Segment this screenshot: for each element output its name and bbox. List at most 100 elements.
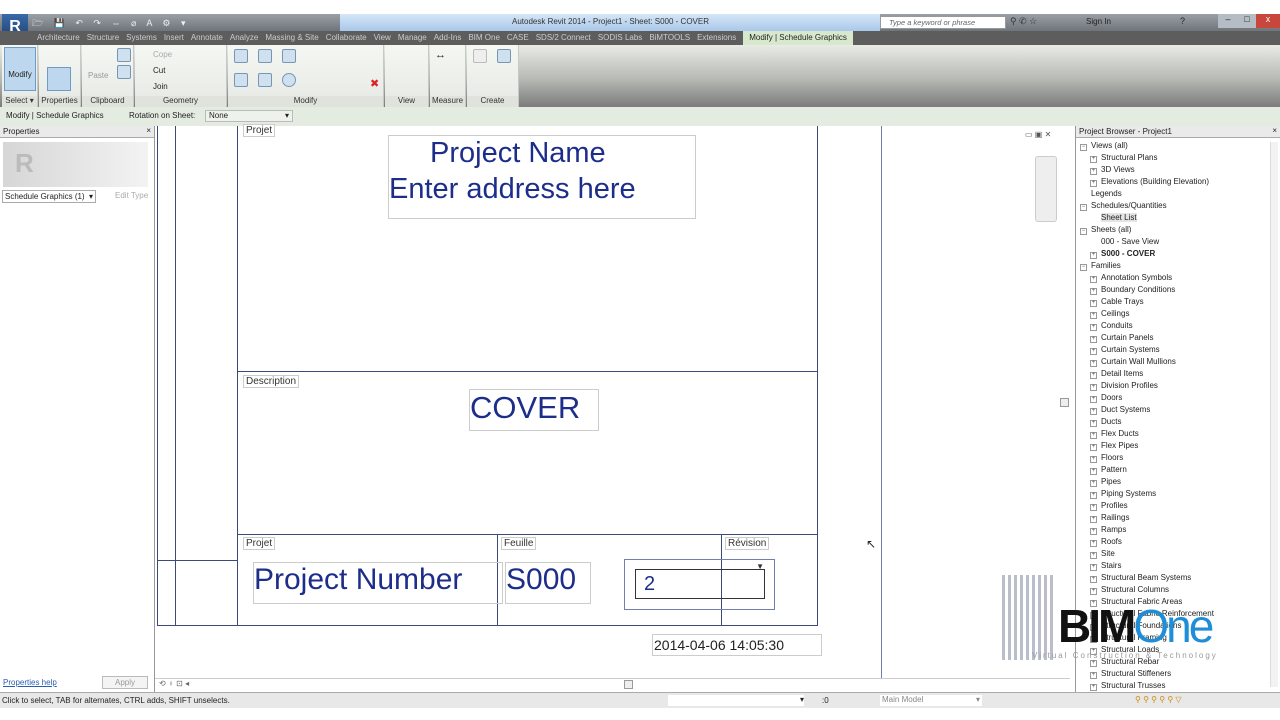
navigation-bar[interactable] — [1035, 156, 1057, 222]
expand-icon[interactable]: + — [1090, 564, 1097, 571]
search-input[interactable]: Type a keyword or phrase — [880, 16, 1006, 29]
tab-sodis-labs[interactable]: SODIS Labs — [598, 31, 649, 45]
cut-icon[interactable] — [117, 48, 131, 62]
filter-icon[interactable]: ⚲ ⚲ ⚲ ⚲ ⚲ ▽ — [1135, 695, 1182, 704]
expand-icon[interactable]: + — [1090, 576, 1097, 583]
browser-item[interactable]: + Structural Rebar — [1080, 656, 1280, 668]
sheet-number[interactable]: S000 — [505, 562, 591, 604]
browser-item[interactable]: + Division Profiles — [1080, 380, 1280, 392]
browser-item[interactable]: + Structural Trusses — [1080, 680, 1280, 692]
browser-item[interactable]: + Structural Framing — [1080, 632, 1280, 644]
expand-icon[interactable]: + — [1090, 360, 1097, 367]
expand-icon[interactable]: + — [1090, 648, 1097, 655]
close-icon[interactable]: × — [146, 126, 151, 135]
browser-item[interactable]: + Elevations (Building Elevation) — [1080, 176, 1280, 188]
maximize-button[interactable]: □ — [1238, 14, 1256, 28]
tab-architecture[interactable]: Architecture — [37, 31, 87, 45]
modify-button[interactable]: Modify — [4, 47, 36, 91]
expand-icon[interactable]: + — [1090, 600, 1097, 607]
tab-sds2-connect[interactable]: SDS/2 Connect — [536, 31, 598, 45]
revision-input[interactable]: 2 ▼ — [635, 562, 765, 599]
browser-item[interactable]: + Structural Foundations — [1080, 620, 1280, 632]
binoculars-icon[interactable]: ⚲ ✆ ☆ — [1010, 16, 1037, 27]
browser-item[interactable]: Sheet List — [1080, 212, 1280, 224]
create-similar-icon[interactable] — [497, 49, 511, 63]
browser-item[interactable]: + Cable Trays — [1080, 296, 1280, 308]
expand-icon[interactable]: + — [1090, 636, 1097, 643]
browser-item[interactable]: − Families — [1080, 260, 1280, 272]
browser-item[interactable]: + Piping Systems — [1080, 488, 1280, 500]
align-icon[interactable] — [234, 49, 248, 63]
browser-item[interactable]: + Stairs — [1080, 560, 1280, 572]
tab-insert[interactable]: Insert — [164, 31, 191, 45]
vertical-scrollbar-thumb[interactable] — [1060, 398, 1069, 407]
expand-icon[interactable]: + — [1090, 552, 1097, 559]
expand-icon[interactable]: + — [1090, 252, 1097, 259]
rotation-select[interactable]: None ▾ — [205, 110, 293, 122]
browser-item[interactable]: + Structural Fabric Areas — [1080, 596, 1280, 608]
edit-type-button[interactable]: Edit Type — [115, 191, 148, 200]
browser-item[interactable]: + Annotation Symbols — [1080, 272, 1280, 284]
browser-item[interactable]: + S000 - COVER — [1080, 248, 1280, 260]
apply-button[interactable]: Apply — [102, 676, 148, 689]
expand-icon[interactable]: + — [1090, 372, 1097, 379]
browser-item[interactable]: 000 - Save View — [1080, 236, 1280, 248]
browser-item[interactable]: + Structural Beam Systems — [1080, 572, 1280, 584]
expand-icon[interactable]: + — [1090, 468, 1097, 475]
expand-icon[interactable]: + — [1090, 684, 1097, 691]
expand-icon[interactable]: + — [1090, 420, 1097, 427]
tab-annotate[interactable]: Annotate — [191, 31, 230, 45]
move-icon[interactable] — [234, 73, 248, 87]
browser-scrollbar[interactable] — [1270, 142, 1278, 687]
collapse-icon[interactable]: − — [1080, 204, 1087, 211]
minimize-button[interactable]: – — [1218, 14, 1238, 28]
tab-extensions[interactable]: Extensions — [697, 31, 743, 45]
tab-analyze[interactable]: Analyze — [230, 31, 265, 45]
browser-item[interactable]: + Railings — [1080, 512, 1280, 524]
collapse-icon[interactable]: − — [1080, 228, 1087, 235]
tab-bimtools[interactable]: BiMTOOLS — [649, 31, 697, 45]
browser-item[interactable]: Legends — [1080, 188, 1280, 200]
expand-icon[interactable]: + — [1090, 276, 1097, 283]
create-group-icon[interactable] — [473, 49, 487, 63]
close-icon[interactable]: × — [1272, 126, 1277, 135]
expand-icon[interactable]: + — [1090, 516, 1097, 523]
tab-manage[interactable]: Manage — [398, 31, 434, 45]
browser-item[interactable]: + Site — [1080, 548, 1280, 560]
tab-view[interactable]: View — [374, 31, 398, 45]
tab-massing-site[interactable]: Massing & Site — [265, 31, 325, 45]
browser-item[interactable]: − Sheets (all) — [1080, 224, 1280, 236]
expand-icon[interactable]: + — [1090, 540, 1097, 547]
tab-bim-one[interactable]: BIM One — [468, 31, 507, 45]
browser-item[interactable]: +3D Views — [1080, 164, 1280, 176]
properties-button[interactable] — [47, 67, 71, 91]
collapse-icon[interactable]: − — [1080, 264, 1087, 271]
browser-item[interactable]: + Curtain Systems — [1080, 344, 1280, 356]
collapse-icon[interactable]: − — [1080, 144, 1087, 151]
expand-icon[interactable]: + — [1090, 408, 1097, 415]
browser-item[interactable]: + Conduits — [1080, 320, 1280, 332]
type-selector[interactable]: Schedule Graphics (1) ▾ — [2, 190, 96, 203]
expand-icon[interactable]: + — [1090, 660, 1097, 667]
browser-item[interactable]: + Duct Systems — [1080, 404, 1280, 416]
project-name[interactable]: Project Name — [430, 137, 606, 170]
expand-icon[interactable]: + — [1090, 384, 1097, 391]
expand-icon[interactable]: + — [1090, 672, 1097, 679]
expand-icon[interactable]: + — [1090, 336, 1097, 343]
expand-icon[interactable]: + — [1090, 492, 1097, 499]
rotate-icon[interactable] — [282, 73, 296, 87]
expand-icon[interactable]: + — [1090, 432, 1097, 439]
design-option-select[interactable]: Main Model ▾ — [880, 695, 982, 706]
tab-collaborate[interactable]: Collaborate — [326, 31, 374, 45]
expand-icon[interactable]: + — [1090, 156, 1097, 163]
quick-access-toolbar[interactable]: 🗁 💾 ↶ ↷ ⇔ ⌀ A ⚙ ▾ — [32, 16, 337, 29]
copy-element-icon[interactable] — [258, 73, 272, 87]
browser-item[interactable]: + Flex Ducts — [1080, 428, 1280, 440]
tab-systems[interactable]: Systems — [126, 31, 164, 45]
view-window-controls[interactable]: ▭ ▣ ✕ — [1025, 130, 1051, 139]
expand-icon[interactable]: + — [1090, 528, 1097, 535]
cut-button[interactable]: Cut — [153, 66, 165, 75]
expand-icon[interactable]: + — [1090, 324, 1097, 331]
browser-item[interactable]: + Ceilings — [1080, 308, 1280, 320]
browser-item[interactable]: + Structural Columns — [1080, 584, 1280, 596]
